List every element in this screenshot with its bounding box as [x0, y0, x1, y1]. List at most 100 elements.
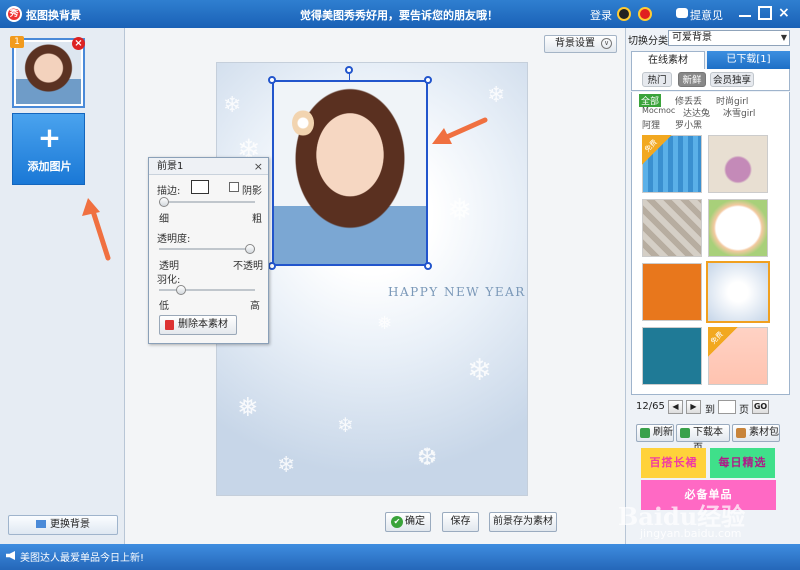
filter-item[interactable]: Mocmoc — [642, 106, 675, 115]
refresh-button[interactable]: 刷新 — [636, 424, 674, 442]
tab-downloaded[interactable]: 已下载[1] — [707, 51, 790, 69]
shadow-label: 阴影 — [242, 186, 262, 197]
material-tile[interactable] — [708, 135, 768, 193]
package-icon — [736, 428, 746, 438]
material-grid: 免费 免费 — [631, 130, 790, 395]
annotation-arrow-icon — [432, 117, 488, 144]
happy-new-year-text: HAPPY NEW YEAR — [388, 285, 526, 299]
material-subtabs: 热门 新鲜 会员独享 — [631, 69, 790, 91]
background-settings-button[interactable]: 背景设置 ∨ — [544, 35, 617, 53]
weibo-icon[interactable] — [638, 7, 652, 21]
subtab-hot[interactable]: 热门 — [642, 72, 672, 87]
feather-slider[interactable] — [159, 285, 255, 295]
picture-icon — [36, 520, 46, 528]
thumbnail-image — [16, 42, 81, 104]
resize-handle-top-right[interactable] — [424, 76, 432, 84]
change-background-button[interactable]: 更换背景 — [8, 515, 118, 535]
minimize-button[interactable] — [738, 6, 752, 20]
material-tile[interactable] — [642, 327, 702, 385]
tab-online-materials[interactable]: 在线素材 — [631, 51, 705, 69]
opacity-slider[interactable] — [159, 244, 255, 254]
thumbnail-index-badge: 1 — [10, 36, 24, 48]
dropdown-arrow-icon: ▼ — [780, 33, 787, 42]
snowflake-decoration: ❅ — [377, 313, 393, 334]
material-pack-button[interactable]: 素材包 — [732, 424, 780, 442]
slider-knob[interactable] — [245, 244, 255, 254]
material-tile[interactable] — [642, 199, 702, 257]
add-image-button[interactable]: + 添加图片 — [12, 113, 85, 185]
selection-frame[interactable] — [272, 80, 428, 266]
free-tag: 免费 — [708, 327, 738, 357]
material-filters: 全部 修丢丢 时尚girl Mocmoc 达达兔 冰雪girl 阿狸 罗小黑 — [631, 92, 790, 131]
resize-handle-bottom-right[interactable] — [424, 262, 432, 270]
subtab-vip[interactable]: 会员独享 — [710, 72, 754, 87]
window-title: 抠图换背景 — [26, 9, 81, 22]
stroke-color-swatch[interactable] — [191, 180, 209, 194]
stroke-label: 描边: — [157, 186, 181, 197]
stroke-width-slider[interactable] — [159, 197, 255, 207]
check-icon: ✔ — [391, 516, 403, 528]
save-as-material-button[interactable]: 前景存为素材 — [489, 512, 557, 532]
qq-icon[interactable] — [617, 7, 631, 21]
login-link[interactable]: 登录 — [590, 7, 612, 23]
feedback-link[interactable]: 提意见 — [690, 7, 723, 23]
speaker-icon — [6, 551, 15, 560]
subtab-new[interactable]: 新鲜 — [678, 72, 706, 87]
slider-knob[interactable] — [176, 285, 186, 295]
confirm-button[interactable]: ✔ 确定 — [385, 512, 431, 532]
slogan-text: 觉得美图秀秀好用，要告诉您的朋友哦！ — [300, 9, 498, 22]
close-window-button[interactable]: × — [778, 6, 792, 20]
delete-material-button[interactable]: 删除本素材 — [159, 315, 237, 335]
feather-label: 羽化: — [157, 275, 181, 286]
material-pack-label: 素材包 — [749, 427, 779, 438]
background-settings-label: 背景设置 — [555, 38, 595, 49]
material-tile[interactable] — [708, 199, 768, 257]
category-select[interactable]: 可爱背景 ▼ — [668, 30, 790, 46]
delete-thumbnail-button[interactable]: × — [72, 37, 85, 50]
resize-handle-top-left[interactable] — [268, 76, 276, 84]
material-tile[interactable]: 免费 — [708, 327, 768, 385]
go-button[interactable]: GO — [752, 400, 769, 414]
resize-handle-bottom-left[interactable] — [268, 262, 276, 270]
page-number-input[interactable] — [718, 400, 736, 414]
shadow-checkbox[interactable] — [229, 182, 239, 192]
rotate-handle[interactable] — [345, 66, 353, 74]
delete-material-label: 删除本素材 — [178, 319, 228, 330]
free-tag: 免费 — [642, 135, 672, 165]
next-page-button[interactable]: ▶ — [686, 400, 701, 414]
slider-knob[interactable] — [159, 197, 169, 207]
high-label: 高 — [250, 301, 260, 312]
watermark-url: jingyan.baidu.com — [640, 527, 742, 540]
material-tile[interactable] — [642, 263, 702, 321]
refresh-label: 刷新 — [653, 427, 673, 438]
pager: 12/65 ◀ ▶ 到 页 GO — [631, 399, 790, 417]
snowflake-decoration: ❄ — [277, 453, 296, 478]
promo-banner[interactable]: 每日精选 — [710, 448, 775, 478]
category-label: 切换分类 — [628, 36, 668, 47]
annotation-arrow-icon — [82, 198, 111, 261]
snowflake-decoration: ❄ — [467, 353, 493, 388]
status-bar: 美图达人最爱单品今日上新! — [0, 544, 800, 570]
close-panel-button[interactable]: × — [254, 158, 263, 175]
app-logo-icon: 秀 — [6, 6, 22, 22]
page-unit-label: 页 — [739, 405, 749, 416]
filter-item[interactable]: 冰雪girl — [723, 106, 755, 119]
confirm-label: 确定 — [405, 516, 425, 527]
material-tile[interactable]: 免费 — [642, 135, 702, 193]
add-image-label: 添加图片 — [27, 160, 72, 173]
prev-page-button[interactable]: ◀ — [668, 400, 683, 414]
material-tile-selected[interactable] — [706, 261, 770, 323]
promo-banner[interactable]: 百搭长裙 — [641, 448, 706, 478]
save-button[interactable]: 保存 — [442, 512, 479, 532]
download-page-button[interactable]: 下载本页 — [676, 424, 730, 454]
free-tag-text: 免费 — [709, 330, 725, 346]
snowflake-decoration: ❄ — [487, 83, 506, 108]
status-message[interactable]: 美图达人最爱单品今日上新! — [20, 549, 144, 564]
maximize-button[interactable] — [758, 6, 772, 20]
snowflake-decoration: ❅ — [237, 393, 259, 423]
free-tag-text: 免费 — [643, 138, 659, 154]
snowflake-decoration: ❄ — [223, 93, 242, 118]
download-icon — [680, 428, 690, 438]
opacity-label: 透明度: — [157, 234, 191, 245]
speech-bubble-icon — [676, 8, 688, 18]
